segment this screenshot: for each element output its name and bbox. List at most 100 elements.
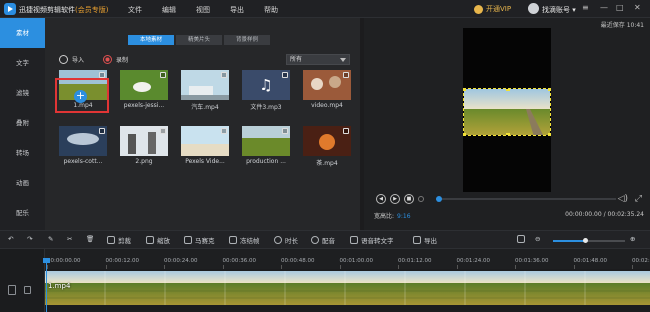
timeline-tick (47, 265, 48, 269)
crop-button[interactable]: 剪裁 (107, 235, 131, 245)
last-saved-status: 最近保存 10:41 (600, 22, 644, 29)
aspect-ratio[interactable]: 宽高比: 9:16 (374, 211, 411, 220)
undo-icon[interactable]: ↶ (8, 235, 13, 243)
crop-handle[interactable] (506, 133, 510, 135)
media-thumbnail[interactable] (181, 70, 229, 100)
add-to-timeline-icon[interactable]: + (74, 90, 87, 103)
avatar[interactable] (528, 3, 539, 14)
edit-toolbar: ↶ ↷ ✎ ✂ 🗑 剪裁 缩放 马赛克 冻结帧 时长 配音 语音转文字 导出 ⊖… (0, 230, 650, 249)
crop-handle[interactable] (464, 89, 466, 91)
preview-screen[interactable] (463, 28, 551, 192)
timeline-tick (456, 265, 458, 269)
play-icon[interactable]: ▶ (390, 194, 400, 204)
account-button[interactable]: 找滴账号 ▾ (542, 5, 576, 15)
playhead[interactable] (46, 262, 47, 312)
fullscreen-icon[interactable]: ⤢ (635, 194, 642, 204)
fit-icon[interactable] (517, 235, 525, 243)
zoom-label: 缩放 (157, 237, 170, 245)
media-thumbnail[interactable]: ♫ (242, 70, 290, 100)
media-thumbnail[interactable] (59, 126, 107, 156)
checkbox-icon[interactable] (343, 128, 349, 134)
sidebar-item-filters[interactable]: 滤镜 (0, 78, 45, 108)
menu-file[interactable]: 文件 (128, 5, 142, 15)
account-label: 找滴账号 (542, 6, 570, 14)
menu-icon[interactable]: ≡ (582, 3, 589, 12)
export-icon (413, 236, 421, 244)
duration-button[interactable]: 时长 (274, 235, 298, 245)
media-thumbnail[interactable] (120, 126, 168, 156)
record-button[interactable]: 录制 (103, 55, 128, 64)
close-icon[interactable]: ✕ (634, 3, 641, 12)
timeline-ruler[interactable]: 00:00:00.00 00:00:12.00 00:00:24.00 00:00:3… (45, 249, 650, 269)
crop-handle[interactable] (464, 133, 466, 135)
sidebar-item-text[interactable]: 文字 (0, 48, 45, 78)
edit-icon[interactable]: ✎ (48, 235, 53, 243)
media-thumbnail[interactable] (242, 126, 290, 156)
marker-icon[interactable] (418, 196, 424, 202)
sidebar-item-media[interactable]: 素材 (0, 18, 45, 48)
zoom-knob[interactable] (583, 238, 589, 243)
fit-icon-shape (517, 235, 525, 243)
media-filter-select[interactable]: 所有 (286, 54, 350, 65)
media-thumbnail[interactable] (181, 126, 229, 156)
stop-icon[interactable]: ■ (404, 194, 414, 204)
playback-progress[interactable] (436, 196, 616, 202)
vip-button[interactable]: 开通VIP (474, 4, 511, 14)
dubbing-button[interactable]: 配音 (311, 235, 335, 245)
export-button[interactable]: 导出 (413, 235, 437, 245)
crop-handle[interactable] (548, 89, 550, 91)
volume-icon[interactable]: ◁) (618, 194, 628, 204)
menu-help[interactable]: 帮助 (264, 5, 278, 15)
tab-backgrounds[interactable]: 背景样例 (224, 35, 271, 45)
preview-frame[interactable] (463, 88, 551, 136)
prev-frame-icon[interactable]: ◀ (376, 194, 386, 204)
progress-knob[interactable] (436, 196, 442, 202)
sidebar-item-transitions[interactable]: 转场 (0, 138, 45, 168)
sidebar-item-overlay[interactable]: 叠附 (0, 108, 45, 138)
app-name: 迅捷视频剪辑软件 (19, 6, 75, 14)
zoom-in-icon[interactable]: ⊕ (630, 235, 635, 243)
tab-local-media[interactable]: 本地素材 (128, 35, 175, 45)
redo-icon[interactable]: ↷ (27, 235, 32, 243)
menu-export[interactable]: 导出 (230, 5, 244, 15)
checkbox-icon[interactable] (282, 72, 288, 78)
checkbox-icon[interactable] (99, 128, 105, 134)
video-track[interactable]: 1.mp4 (45, 271, 650, 305)
maximize-icon[interactable]: □ (616, 3, 624, 12)
zoom-button[interactable]: 缩放 (146, 235, 170, 245)
checkbox-icon[interactable] (282, 128, 288, 134)
crop-handle[interactable] (548, 133, 550, 135)
timeline-tick (573, 265, 575, 269)
checkbox-icon[interactable] (221, 72, 227, 78)
timeline-tick (281, 265, 282, 269)
media-thumbnail[interactable] (303, 70, 351, 100)
timeline-zoom-slider[interactable] (553, 238, 625, 243)
dubbing-label: 配音 (322, 237, 335, 245)
media-thumbnail[interactable] (303, 126, 351, 156)
crown-icon (474, 4, 483, 14)
sidebar-item-animation[interactable]: 动画 (0, 168, 45, 198)
delete-icon[interactable]: 🗑 (86, 235, 94, 243)
checkbox-icon[interactable] (221, 128, 227, 134)
zoom-out-icon[interactable]: ⊖ (535, 235, 540, 243)
checkbox-icon[interactable] (160, 128, 166, 134)
duration-label: 时长 (285, 237, 298, 245)
timeline-tick-label: 00:01:48.00 (573, 258, 607, 264)
sidebar-item-music[interactable]: 配乐 (0, 198, 45, 228)
checkbox-icon[interactable] (160, 72, 166, 78)
freeze-label: 冻结帧 (240, 237, 260, 245)
mosaic-button[interactable]: 马赛克 (184, 235, 215, 245)
menu-view[interactable]: 视图 (196, 5, 210, 15)
split-icon[interactable]: ✂ (67, 235, 72, 243)
speech-to-text-button[interactable]: 语音转文字 (350, 235, 394, 245)
checkbox-icon[interactable] (343, 72, 349, 78)
crop-handle[interactable] (506, 89, 510, 91)
import-button[interactable]: 导入 (59, 55, 84, 64)
lock-icon[interactable] (24, 286, 31, 294)
media-thumbnail[interactable] (120, 70, 168, 100)
minimize-icon[interactable]: — (600, 3, 608, 12)
tab-intros[interactable]: 精美片头 (176, 35, 223, 45)
menu-edit[interactable]: 编辑 (162, 5, 176, 15)
media-item-name: 茶.mp4 (316, 160, 338, 167)
freeze-frame-button[interactable]: 冻结帧 (229, 235, 260, 245)
